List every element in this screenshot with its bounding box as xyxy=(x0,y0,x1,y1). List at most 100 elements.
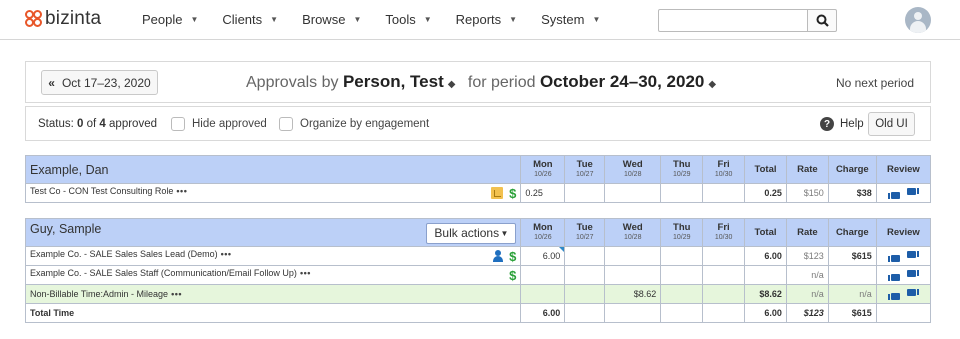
table-row: Test Co - CON Test Consulting Role ••• $ … xyxy=(24,183,932,203)
folder-icon[interactable] xyxy=(491,187,504,199)
caret-down-icon: ▼ xyxy=(190,15,199,24)
approval-table: Example, Dan Mon 10/26 Tue 10/27 Wed 10/28 … xyxy=(24,155,932,203)
review-cell xyxy=(875,183,932,203)
engagement-name: Non-Billable Time:Admin - Mileage xyxy=(30,289,169,299)
thumbs-up-icon[interactable] xyxy=(887,251,900,262)
time-cell[interactable] xyxy=(660,246,704,266)
review-cell xyxy=(875,246,932,266)
thumbs-down-icon[interactable] xyxy=(906,288,919,300)
caret-down-icon: ▼ xyxy=(353,15,362,24)
nav-clients[interactable]: Clients ▼ xyxy=(222,12,278,27)
question-icon: ? xyxy=(820,117,834,131)
user-avatar-icon[interactable] xyxy=(905,7,931,33)
total-mon-cell: 6.00 xyxy=(520,303,566,323)
rate-cell: n/a xyxy=(785,265,829,285)
sort-selector-icon[interactable]: ◆ xyxy=(448,79,456,90)
nav-tools[interactable]: Tools ▼ xyxy=(385,12,431,27)
person-header: Guy, Sample Bulk actions ▼ xyxy=(24,218,522,247)
thumbs-down-icon[interactable] xyxy=(906,187,919,199)
more-options-icon[interactable]: ••• xyxy=(176,186,187,196)
rate-cell: n/a xyxy=(785,284,829,304)
caret-down-icon: ▼ xyxy=(500,228,509,238)
time-cell[interactable] xyxy=(604,265,662,285)
logo-icon xyxy=(25,10,43,28)
total-day-cell xyxy=(702,303,746,323)
search-input[interactable] xyxy=(658,9,808,32)
time-cell[interactable] xyxy=(520,265,566,285)
nav-label: Browse xyxy=(302,12,346,27)
previous-period-button[interactable]: « Oct 17–23, 2020 xyxy=(41,70,158,95)
engagement-name: Test Co - CON Test Consulting Role xyxy=(30,185,174,196)
charge-cell: $38 xyxy=(827,183,877,203)
help-link[interactable]: ? Help xyxy=(820,117,864,131)
bulk-actions-select[interactable]: Bulk actions ▼ xyxy=(426,222,517,244)
help-label: Help xyxy=(840,118,864,130)
time-cell[interactable] xyxy=(564,246,606,266)
table-row: Example Co. - SALE Sales Sales Lead (Dem… xyxy=(24,246,932,266)
time-cell[interactable] xyxy=(702,246,746,266)
nav-people[interactable]: People ▼ xyxy=(142,12,198,27)
status-approved-word: approved xyxy=(109,118,157,130)
search-button[interactable] xyxy=(807,9,837,32)
billable-dollar-icon: $ xyxy=(509,248,517,264)
person-selector[interactable]: Person, Test xyxy=(343,72,444,91)
time-cell[interactable] xyxy=(702,265,746,285)
hide-approved-label[interactable]: Hide approved xyxy=(192,118,267,130)
time-cell[interactable]: 0.25 xyxy=(520,183,566,203)
organize-by-engagement-label[interactable]: Organize by engagement xyxy=(300,118,429,130)
time-cell[interactable] xyxy=(702,183,746,203)
time-cell[interactable] xyxy=(702,284,746,304)
day-header: Fri 10/30 xyxy=(702,218,746,247)
nav-label: Tools xyxy=(385,12,416,27)
thumbs-up-icon[interactable] xyxy=(887,270,900,281)
status-label: Status: xyxy=(38,118,74,130)
time-cell[interactable] xyxy=(660,284,704,304)
time-cell[interactable] xyxy=(564,183,606,203)
more-options-icon[interactable]: ••• xyxy=(171,289,182,299)
caret-down-icon: ▼ xyxy=(270,15,279,24)
charge-cell: $615 xyxy=(827,303,877,323)
no-next-period-text: No next period xyxy=(835,76,914,90)
time-cell[interactable] xyxy=(520,284,566,304)
day-header: Mon 10/26 xyxy=(520,155,566,184)
more-options-icon[interactable]: ••• xyxy=(221,249,232,259)
period-selector[interactable]: October 24–30, 2020 xyxy=(540,72,704,91)
nav-reports[interactable]: Reports ▼ xyxy=(456,12,517,27)
more-options-icon[interactable]: ••• xyxy=(300,268,311,278)
logo[interactable]: bizinta xyxy=(25,8,101,30)
charge-cell: n/a xyxy=(827,284,877,304)
thumbs-down-icon[interactable] xyxy=(906,250,919,262)
billable-dollar-icon: $ xyxy=(509,185,517,201)
day-header: Wed 10/28 xyxy=(604,155,662,184)
time-cell[interactable] xyxy=(604,183,662,203)
search-icon xyxy=(816,14,829,27)
approved-count: 0 xyxy=(77,118,84,130)
approval-status: Status: 0 of 4 approved xyxy=(38,118,157,130)
rate-cell: $123 xyxy=(785,246,829,266)
thumbs-up-icon[interactable] xyxy=(887,289,900,300)
review-header: Review xyxy=(875,155,932,184)
time-cell[interactable] xyxy=(660,265,704,285)
hide-approved-checkbox[interactable] xyxy=(171,117,185,131)
row-label: Non-Billable Time:Admin - Mileage ••• xyxy=(24,284,522,304)
time-cell[interactable] xyxy=(564,284,606,304)
page-title: Approvals by Person, Test ◆ for period Oc… xyxy=(246,72,724,92)
organize-by-engagement-checkbox[interactable] xyxy=(279,117,293,131)
time-cell[interactable] xyxy=(604,246,662,266)
sort-selector-icon[interactable]: ◆ xyxy=(708,79,716,90)
nav-system[interactable]: System ▼ xyxy=(541,12,600,27)
review-header: Review xyxy=(875,218,932,247)
day-header: Mon 10/26 xyxy=(520,218,566,247)
people-icon[interactable] xyxy=(493,250,507,262)
rate-header: Rate xyxy=(785,155,829,184)
thumbs-down-icon[interactable] xyxy=(906,269,919,281)
nav-browse[interactable]: Browse ▼ xyxy=(302,12,361,27)
expense-cell[interactable]: $8.62 xyxy=(604,284,662,304)
time-cell[interactable] xyxy=(660,183,704,203)
time-cell[interactable] xyxy=(564,265,606,285)
charge-header: Charge xyxy=(827,218,877,247)
logo-text: bizinta xyxy=(45,8,102,29)
old-ui-button[interactable]: Old UI xyxy=(868,112,915,136)
thumbs-up-icon[interactable] xyxy=(887,188,900,199)
time-cell[interactable]: 6.00 xyxy=(520,246,566,266)
